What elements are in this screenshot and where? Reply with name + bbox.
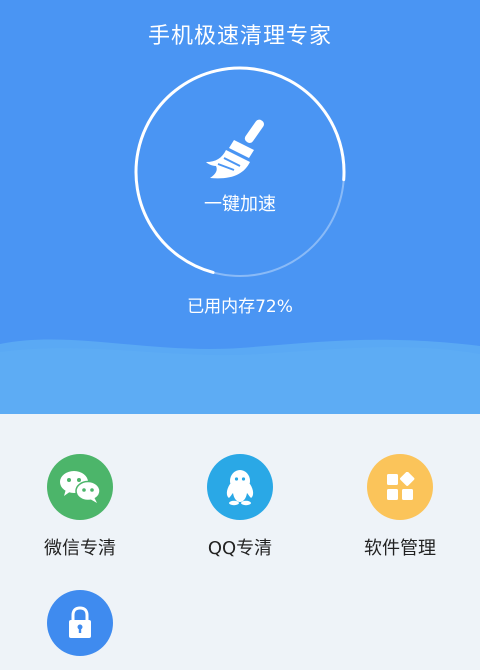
tool-label: QQ专清 xyxy=(207,538,273,559)
tool-label: 微信专清 xyxy=(44,538,116,559)
one-click-boost-label[interactable]: 一键加速 xyxy=(160,190,320,216)
tool-qq-clean[interactable]: QQ专清 xyxy=(160,454,320,560)
qq-icon xyxy=(207,454,273,520)
tools-grid: 微信专清 QQ专清 软件管理 xyxy=(0,414,480,656)
memory-usage-text: 已用内存72% xyxy=(187,297,293,317)
app-title: 手机极速清理专家 xyxy=(147,24,332,49)
wechat-icon xyxy=(47,454,113,520)
broom-icon[interactable] xyxy=(204,116,276,182)
tool-app-manager[interactable]: 软件管理 xyxy=(320,454,480,560)
wave-decoration xyxy=(0,339,480,414)
tool-wechat-clean[interactable]: 微信专清 xyxy=(0,454,160,560)
tool-app-lock[interactable] xyxy=(0,590,160,670)
lock-icon xyxy=(47,590,113,656)
tool-label: 软件管理 xyxy=(364,538,436,559)
hero-panel: 手机极速清理专家 一键加速 已用内存72% xyxy=(0,0,480,414)
apps-grid-icon xyxy=(367,454,433,520)
